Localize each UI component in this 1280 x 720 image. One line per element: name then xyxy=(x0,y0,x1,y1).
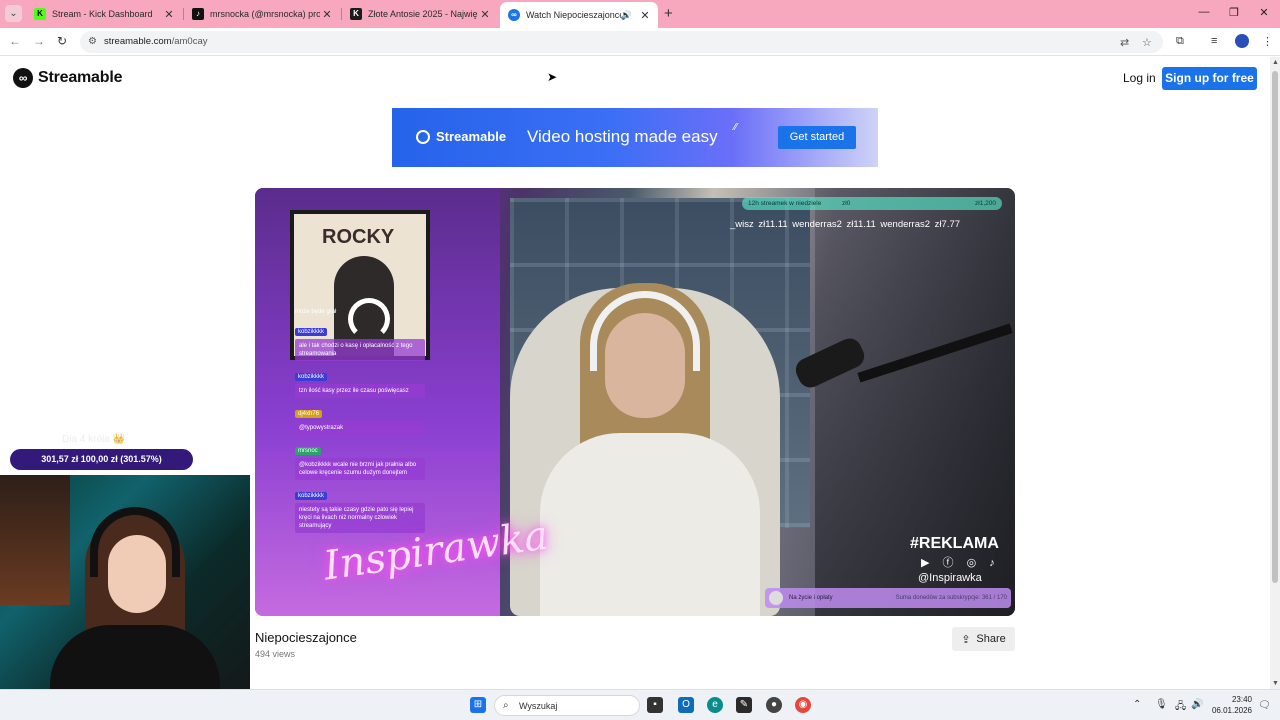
avatar xyxy=(769,591,783,605)
tab-close-icon[interactable]: ✕ xyxy=(638,9,652,22)
extensions-puzzle-icon[interactable]: ⧉ xyxy=(1176,35,1184,48)
microphone-arm xyxy=(791,308,1015,428)
login-link[interactable]: Log in xyxy=(1123,71,1156,85)
streamer-figure xyxy=(540,283,760,616)
tab-zlote-antosie[interactable]: K Złote Antosie 2025 - Największa ✕ xyxy=(342,3,498,25)
address-bar[interactable]: ⚙ streamable.com/am0cay ⇄ ☆ xyxy=(80,31,1163,53)
tab-title: Stream - Kick Dashboard xyxy=(52,9,153,19)
signup-button[interactable]: Sign up for free xyxy=(1162,67,1257,90)
goal-ticker: 12h streamek w niedziele zł0 zł1,200 xyxy=(742,197,1002,210)
promo-banner[interactable]: Streamable Video hosting made easy ⁄⁄ Ge… xyxy=(392,108,878,167)
minimize-icon[interactable]: — xyxy=(1197,6,1211,18)
profile-avatar[interactable] xyxy=(1235,34,1249,48)
logo-text: Streamable xyxy=(38,69,123,86)
webcam-overlay xyxy=(0,475,250,720)
video-title: Niepocieszajonce xyxy=(255,630,357,645)
outlook-icon[interactable]: O xyxy=(678,697,694,713)
tab-close-icon[interactable]: ✕ xyxy=(478,8,492,21)
sparkle-icon: ⁄⁄ xyxy=(734,122,738,133)
chat-username: kobzikkkk xyxy=(295,328,328,336)
obs-icon[interactable]: ● xyxy=(766,697,782,713)
goal-progress-bar: 301,57 zł 100,00 zł (301.57%) xyxy=(10,449,193,470)
task-view-icon[interactable]: ▪ xyxy=(647,697,663,713)
notification-icon[interactable]: 🗨 xyxy=(1258,700,1271,711)
kick-icon: K xyxy=(350,8,362,20)
app-icon[interactable]: ✎ xyxy=(736,697,752,713)
forward-arrow-icon[interactable]: → xyxy=(33,34,45,48)
tab-close-icon[interactable]: ✕ xyxy=(162,8,176,21)
back-arrow-icon[interactable]: ← xyxy=(9,34,21,48)
share-button[interactable]: ⇪ Share xyxy=(952,627,1015,651)
social-icons: ▶ ⓕ ◎ ♪ xyxy=(921,557,1000,569)
scrollbar-thumb[interactable] xyxy=(1272,71,1278,583)
view-count: 494 views xyxy=(255,649,296,659)
browser-toolbar: ← → ↻ ⚙ streamable.com/am0cay ⇄ ☆ ⧉ ≡ ⋮ xyxy=(0,28,1280,56)
url-text[interactable]: streamable.com/am0cay xyxy=(104,36,208,47)
microphone-icon[interactable]: 🎙 xyxy=(1155,699,1168,710)
reload-icon[interactable]: ↻ xyxy=(57,34,67,48)
video-player[interactable]: ROCKY może będę grał kobzikkkk ale i tak c… xyxy=(255,188,1015,616)
mouse-cursor-icon: ➤ xyxy=(547,70,558,84)
tray-chevron-icon[interactable]: ⌃ xyxy=(1133,699,1141,710)
chat-message: @kobzikkkk wcale nie brzmi jak prałnia a… xyxy=(295,458,425,480)
media-controls-icon[interactable]: ≡ xyxy=(1211,35,1217,47)
banner-tagline: Video hosting made easy xyxy=(527,127,718,146)
taskbar-clock[interactable]: 23:40 06.01.2026 xyxy=(1210,694,1252,716)
streamable-logo-icon: ∞ xyxy=(13,68,33,88)
site-info-icon[interactable]: ⚙ xyxy=(88,36,97,47)
subscription-bar: Na życie i opłaty Suma donedów za subskr… xyxy=(765,588,1011,608)
kick-icon: K xyxy=(34,8,46,20)
edge-icon[interactable]: e xyxy=(707,697,723,713)
tab-title: Złote Antosie 2025 - Największa xyxy=(368,9,478,19)
tab-title: Watch Niepocieszajonce | Str xyxy=(526,10,621,20)
tab-tiktok[interactable]: ♪ mrsnocka (@mrsnocka) prowadz ✕ xyxy=(184,3,340,25)
browser-tab-strip: ⌄ K Stream - Kick Dashboard ✕ ♪ mrsnocka… xyxy=(0,0,1280,28)
speaker-icon[interactable]: 🔊 xyxy=(621,10,632,21)
stream-chat-overlay: może będę grał kobzikkkk ale i tak chodzi … xyxy=(295,308,425,537)
tab-streamable-active[interactable]: ∞ Watch Niepocieszajonce | Str 🔊 ✕ xyxy=(500,2,658,28)
tab-title: mrsnocka (@mrsnocka) prowadz xyxy=(210,9,320,19)
chat-username: kobzikkkk xyxy=(295,492,328,500)
chat-message: tzn ilość kasy przez ile czasu poświęcas… xyxy=(295,384,425,398)
taskbar-search[interactable]: ⌕ Wyszukaj xyxy=(494,695,640,716)
chrome-icon[interactable]: ◉ xyxy=(795,697,811,713)
network-icon[interactable]: 🖧 xyxy=(1175,699,1186,716)
browser-menu-icon[interactable]: ⋮ xyxy=(1262,35,1273,48)
tab-close-icon[interactable]: ✕ xyxy=(320,8,334,21)
window-close-icon[interactable]: ✕ xyxy=(1257,6,1271,19)
new-tab-plus-icon[interactable]: + xyxy=(664,5,678,22)
streamable-logo[interactable]: ∞ Streamable xyxy=(13,68,122,88)
tab-kick-dashboard[interactable]: K Stream - Kick Dashboard ✕ xyxy=(26,3,182,25)
scroll-up-icon[interactable]: ▲ xyxy=(1272,59,1279,66)
donor-ticker: _wisz zł11.11 wenderras2 zł11.11 wenderr… xyxy=(730,219,961,230)
restore-icon[interactable]: ❐ xyxy=(1227,6,1241,19)
search-icon: ⌕ xyxy=(503,700,509,711)
scroll-down-icon[interactable]: ▼ xyxy=(1272,680,1279,687)
goal-label: Dla 4 króla 👑 xyxy=(62,434,126,445)
chat-username: mrsnoc xyxy=(295,447,321,455)
chat-username: dj4xh76 xyxy=(295,410,323,418)
get-started-button[interactable]: Get started xyxy=(778,126,856,149)
chat-message: może będę grał xyxy=(295,309,337,315)
streamable-icon: ∞ xyxy=(508,9,520,21)
windows-taskbar: ⊞ ⌕ Wyszukaj ▪ O e ✎ ● ◉ ⌃ 🎙 🖧 🔊 23:40 0… xyxy=(0,689,1280,720)
streamable-banner-icon xyxy=(416,129,430,144)
tab-search-chevron-icon[interactable]: ⌄ xyxy=(5,5,22,22)
windows-start-icon[interactable]: ⊞ xyxy=(470,697,486,713)
share-icon: ⇪ xyxy=(961,633,971,646)
translate-icon[interactable]: ⇄ xyxy=(1120,36,1129,49)
reklama-label: #REKLAMA xyxy=(910,535,999,552)
chat-message: ale i tak chodzi o kasę i opłacalność z … xyxy=(295,339,425,361)
page-scrollbar[interactable]: ▲ ▼ xyxy=(1270,57,1280,689)
social-handle: @Inspirawka xyxy=(918,572,982,584)
tiktok-icon: ♪ xyxy=(192,8,204,20)
volume-icon[interactable]: 🔊 xyxy=(1191,699,1203,710)
bookmark-star-icon[interactable]: ☆ xyxy=(1142,36,1152,49)
chat-message: niestety są takie czasy gdzie pato się l… xyxy=(295,503,425,533)
chat-message: @typowystrazak xyxy=(295,421,425,435)
chat-username: kobzikkkk xyxy=(295,373,328,381)
banner-brand: Streamable xyxy=(416,129,506,144)
